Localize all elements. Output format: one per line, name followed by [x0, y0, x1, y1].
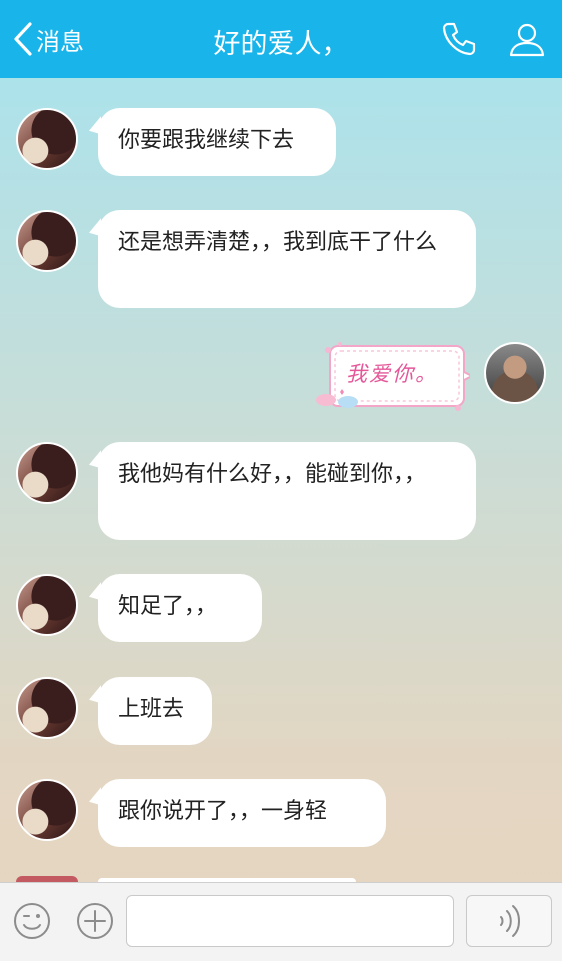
input-bar: [0, 882, 562, 961]
avatar[interactable]: [16, 779, 78, 841]
chevron-left-icon: [14, 22, 32, 56]
message-text: 知足了，，: [118, 594, 218, 619]
message-text: 跟你说开了，，一身轻: [118, 799, 328, 824]
back-label: 消息: [36, 27, 84, 56]
message-input[interactable]: [126, 895, 454, 947]
voice-wave-icon: [500, 905, 520, 937]
message-text: 上班去: [118, 697, 185, 722]
message-bubble[interactable]: 我他妈有什么好，，能碰到你，，: [98, 442, 476, 540]
avatar[interactable]: [16, 677, 78, 739]
sticker-text: 我爱你。: [346, 362, 438, 386]
back-button[interactable]: 消息: [12, 18, 84, 60]
avatar[interactable]: [16, 442, 78, 504]
avatar[interactable]: [16, 108, 78, 170]
avatar[interactable]: [16, 210, 78, 272]
message-bubble[interactable]: 还是想弄清楚，，我到底干了什么: [98, 210, 476, 308]
message-text: 我他妈有什么好，，能碰到你，，: [118, 462, 427, 487]
avatar[interactable]: [484, 342, 546, 404]
message-text: 你要跟我继续下去: [118, 128, 295, 153]
phone-icon[interactable]: [440, 20, 478, 58]
chat-header: 消息 好的爱人，: [0, 0, 562, 78]
message-text: 还是想弄清楚，，我到底干了什么: [118, 230, 438, 255]
message-bubble[interactable]: 跟你说开了，，一身轻: [98, 779, 386, 847]
plus-circle-icon[interactable]: [75, 901, 115, 941]
avatar[interactable]: [16, 574, 78, 636]
message-bubble[interactable]: 知足了，，: [98, 574, 262, 642]
message-bubble[interactable]: 你要跟我继续下去: [98, 108, 336, 176]
person-icon[interactable]: [508, 20, 546, 58]
voice-button[interactable]: [466, 895, 552, 947]
message-bubble[interactable]: 上班去: [98, 677, 212, 745]
smiley-icon[interactable]: [12, 901, 52, 941]
